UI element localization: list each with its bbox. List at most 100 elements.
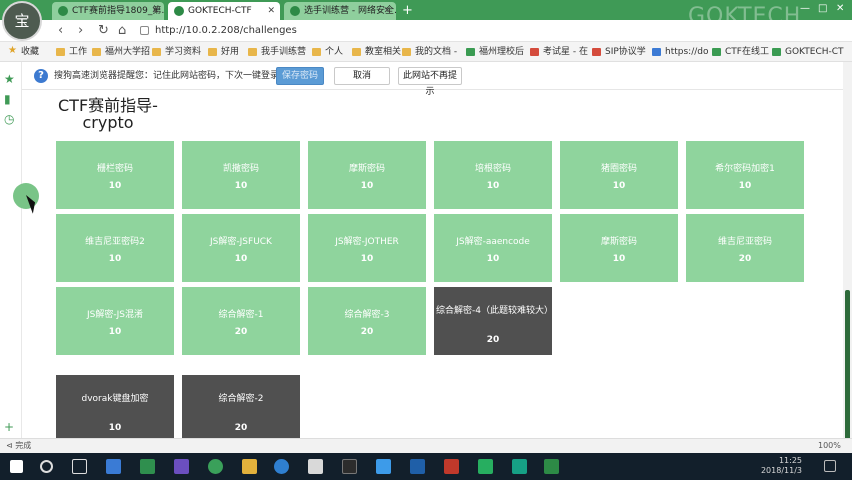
bookmark-site[interactable]: https://do [652, 45, 708, 59]
forward-icon[interactable]: › [78, 23, 83, 38]
bookmark-site[interactable]: CTF在线工 [712, 45, 769, 59]
bookmark-folder[interactable]: 福州大学招 [92, 45, 150, 59]
status-label: 完成 [15, 441, 32, 450]
close-window-button[interactable]: ✕ [836, 3, 844, 14]
challenge-name: 综合解密-2 [218, 394, 264, 404]
challenge-card[interactable]: 培根密码 10 [434, 141, 552, 209]
favorites-star-icon[interactable]: ★ [4, 72, 15, 86]
scrollbar-thumb[interactable] [845, 290, 850, 440]
challenge-card[interactable]: 维吉尼亚密码2 10 [56, 214, 174, 282]
app-icon[interactable] [308, 459, 323, 474]
minimize-button[interactable]: — [800, 3, 810, 14]
app-icon[interactable] [410, 459, 425, 474]
tab-label: CTF赛前指导1809_第… [72, 6, 164, 16]
app-icon[interactable] [106, 459, 121, 474]
tab-ctf-guide[interactable]: CTF赛前指导1809_第… ✕ [52, 2, 164, 20]
bookmark-label: https://do [665, 47, 709, 57]
add-icon[interactable]: + [4, 420, 14, 434]
sogou-browser-icon[interactable] [274, 459, 289, 474]
windows-taskbar: 11:25 2018/11/3 [0, 453, 852, 480]
challenge-card[interactable]: JS解密-aaencode 10 [434, 214, 552, 282]
challenge-name: 栅栏密码 [96, 164, 133, 174]
bookmark-site[interactable]: GOKTECH-CT [772, 45, 844, 59]
status-text: ⊲ 完成 [6, 441, 32, 450]
avatar[interactable]: 宝 [2, 1, 42, 41]
bookmark-site[interactable]: SIP协议学 [592, 45, 646, 59]
bookmark-folder[interactable]: 好用 [208, 45, 239, 59]
challenge-card[interactable]: 综合解密-4（此题较难较大） 20 [434, 287, 553, 355]
password-save-bar: ? 搜狗高速浏览器提醒您：记住此网站密码，下次一键登录！ 保存密码 取消 此网站… [22, 62, 852, 97]
bookmark-site[interactable]: 考试星 - 在 [530, 45, 588, 59]
app-icon[interactable] [444, 459, 459, 474]
app-icon[interactable] [544, 459, 559, 474]
home-icon[interactable]: ⌂ [118, 23, 126, 38]
challenge-card[interactable]: JS解密-JOTHER 10 [308, 214, 426, 282]
notification-center-icon[interactable] [824, 460, 836, 472]
app-icon[interactable] [208, 459, 223, 474]
url-text: http://10.0.2.208/challenges [155, 25, 297, 36]
app-icon[interactable] [376, 459, 391, 474]
challenge-points: 10 [486, 254, 500, 264]
tab-training-camp[interactable]: 选手训练营 - 网络安全… ✕ [284, 2, 396, 20]
vertical-scrollbar[interactable] [843, 62, 852, 440]
challenge-card[interactable]: JS解密-JS混淆 10 [56, 287, 174, 355]
bookmark-icon[interactable]: ▮ [4, 92, 11, 106]
never-for-site-button[interactable]: 此网站不再提示 [398, 67, 462, 97]
app-icon[interactable] [342, 459, 357, 474]
bookmark-folder[interactable]: 个人 [312, 45, 343, 59]
tab-close-icon[interactable]: ✕ [151, 2, 159, 20]
bookmark-folder[interactable]: 我的文档 - [402, 45, 457, 59]
bookmark-folder[interactable]: 我手训练营 [248, 45, 306, 59]
challenge-card[interactable]: 综合解密-2 20 [182, 375, 300, 443]
challenge-card[interactable]: 综合解密-1 20 [182, 287, 300, 355]
challenge-card[interactable]: dvorak键盘加密 10 [56, 375, 174, 443]
challenge-card[interactable]: 凯撒密码 10 [182, 141, 300, 209]
zoom-level[interactable]: 100% [818, 440, 841, 452]
challenge-card[interactable]: 希尔密码加密1 10 [686, 141, 804, 209]
maximize-button[interactable]: □ [818, 3, 827, 14]
challenge-name: 培根密码 [474, 164, 511, 174]
new-tab-button[interactable]: + [402, 3, 413, 18]
app-icon[interactable] [478, 459, 493, 474]
windows-start-icon[interactable] [10, 460, 23, 473]
folder-icon [152, 48, 161, 56]
app-icon[interactable] [174, 459, 189, 474]
challenge-card[interactable]: 综合解密-3 20 [308, 287, 426, 355]
page-info-icon [140, 25, 149, 35]
challenge-name: JS解密-aaencode [456, 237, 530, 247]
challenge-name: 综合解密-1 [218, 310, 264, 320]
app-icon[interactable] [140, 459, 155, 474]
bookmark-folder[interactable]: 教室相关 [352, 45, 401, 59]
bookmark-site[interactable]: 福州理校后 [466, 45, 524, 59]
reload-icon[interactable]: ↻ [98, 23, 109, 38]
bookmarks-bar: ★ 收藏 工作 福州大学招 学习资料 好用 我手训练营 个人 教室相关 我的文档 … [0, 42, 852, 62]
tab-close-icon[interactable]: ✕ [267, 2, 275, 20]
cortana-search-icon[interactable] [40, 460, 53, 473]
app-icon[interactable] [512, 459, 527, 474]
challenge-card[interactable]: 猪圈密码 10 [560, 141, 678, 209]
challenge-card[interactable]: JS解密-JSFUCK 10 [182, 214, 300, 282]
bookmark-favorites[interactable]: ★ 收藏 [8, 45, 39, 59]
system-clock[interactable]: 11:25 2018/11/3 [752, 456, 802, 476]
tab-close-icon[interactable]: ✕ [383, 2, 391, 20]
bookmark-folder[interactable]: 学习资料 [152, 45, 201, 59]
task-view-icon[interactable] [72, 459, 87, 474]
bookmark-folder[interactable]: 工作 [56, 45, 87, 59]
bookmark-label: GOKTECH-CT [785, 47, 844, 57]
challenge-name: JS解密-JOTHER [335, 237, 399, 247]
challenge-card[interactable]: 维吉尼亚密码 20 [686, 214, 804, 282]
challenge-card[interactable]: 摩斯密码 10 [308, 141, 426, 209]
bookmark-label: 个人 [325, 47, 344, 57]
tab-favicon-icon [290, 6, 300, 16]
url-field[interactable]: http://10.0.2.208/challenges [140, 22, 740, 39]
app-icon[interactable] [242, 459, 257, 474]
challenge-card[interactable]: 栅栏密码 10 [56, 141, 174, 209]
cancel-button[interactable]: 取消 [334, 67, 390, 85]
folder-icon [248, 48, 257, 56]
history-clock-icon[interactable]: ◷ [4, 112, 14, 126]
back-icon[interactable]: ‹ [58, 23, 63, 38]
folder-icon [56, 48, 65, 56]
challenge-card[interactable]: 摩斯密码 10 [560, 214, 678, 282]
tab-goktech-ctf[interactable]: GOKTECH-CTF ✕ [168, 2, 280, 20]
save-password-button[interactable]: 保存密码 [276, 67, 324, 85]
